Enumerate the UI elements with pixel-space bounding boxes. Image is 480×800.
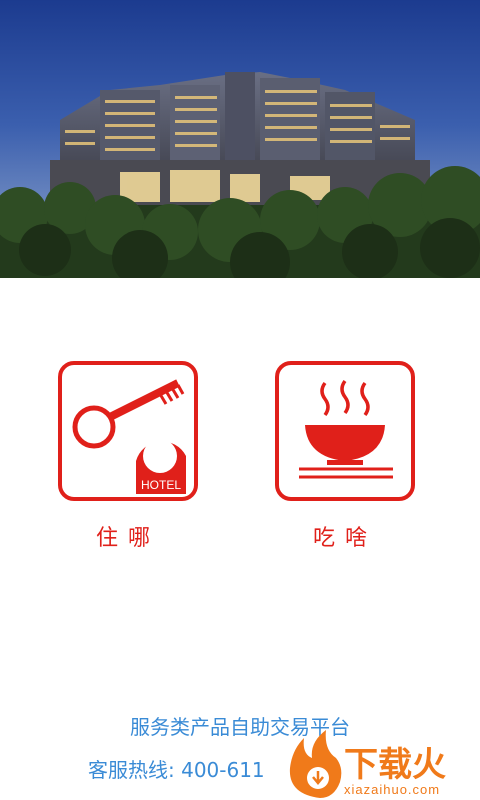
- customer-hotline[interactable]: 客服热线: 400-611: [88, 754, 265, 783]
- watermark-brand: 下载火: [344, 745, 446, 785]
- hotel-building-image: [0, 0, 480, 278]
- hotel-tile-button[interactable]: HOTEL: [58, 361, 198, 501]
- watermark-logo: 下载火 xiazaihuo.com: [282, 728, 480, 800]
- hero-banner: [0, 0, 480, 278]
- food-tile-button[interactable]: [275, 361, 415, 501]
- noodle-bowl-icon: [275, 361, 415, 501]
- hotel-key-icon: HOTEL: [58, 361, 198, 501]
- watermark-url: xiazaihuo.com: [344, 782, 440, 797]
- hotel-tile-label[interactable]: 住哪: [58, 520, 198, 552]
- hotel-tag-text: HOTEL: [141, 478, 181, 492]
- food-tile-label[interactable]: 吃啥: [275, 520, 415, 552]
